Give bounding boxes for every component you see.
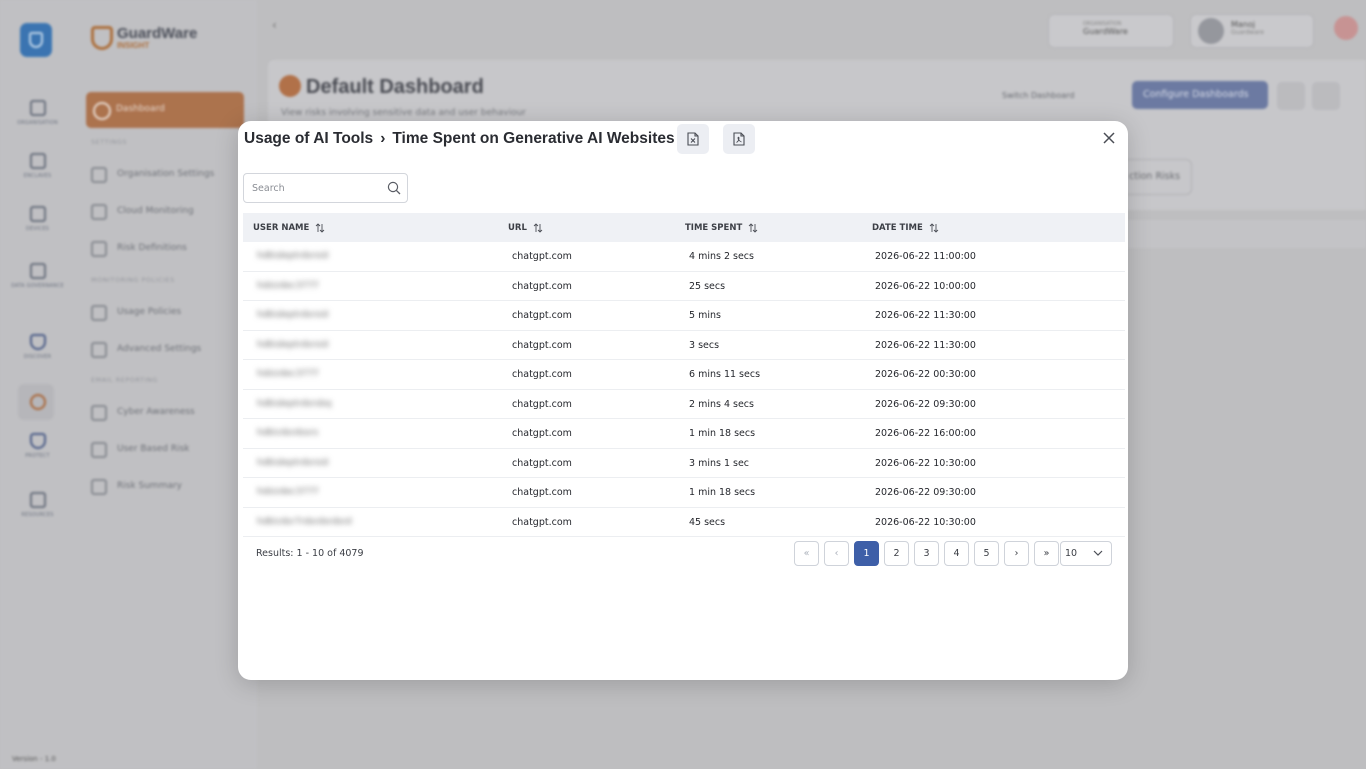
page-size-select[interactable]: 10 — [1060, 541, 1112, 566]
cell-date-time: 2026-06-22 10:30:00 — [875, 457, 976, 469]
next-page-button[interactable]: › — [1004, 541, 1029, 566]
cell-url: chatgpt.com — [512, 428, 572, 439]
search-input[interactable] — [244, 174, 374, 202]
cell-time-spent: 3 mins 1 sec — [689, 457, 750, 469]
sort-icon[interactable] — [533, 223, 543, 233]
cell-user-name: hdb\deptrdsrsid — [257, 310, 329, 320]
results-count: Results: 1 - 10 of 4079 — [256, 548, 364, 559]
cell-user-name: hdb\deptrdsrsid — [257, 339, 329, 350]
cell-time-spent: 2 mins 4 secs — [689, 398, 754, 410]
cell-url: chatgpt.com — [512, 369, 572, 380]
cell-url: chatgpt.com — [512, 280, 572, 292]
breadcrumb-separator: › — [380, 130, 386, 147]
results-table: USER NAME URL TIME SPENT DATE TIME hdb\d… — [243, 213, 1125, 537]
cell-user-name: hds\rdec3777 — [257, 369, 319, 379]
table-row[interactable]: hdb\deptrdsrsid chatgpt.com 3 secs 2026-06-… — [243, 331, 1125, 360]
cell-url: chatgpt.com — [512, 457, 572, 469]
cell-time-spent: 5 mins — [689, 310, 721, 321]
cell-time-spent: 4 mins 2 secs — [689, 251, 754, 262]
cell-url: chatgpt.com — [512, 398, 572, 410]
cell-time-spent: 3 secs — [689, 339, 720, 351]
sort-icon[interactable] — [929, 223, 939, 233]
details-modal: Usage of AI Tools › Time Spent on Generati… — [238, 121, 1128, 680]
search-icon[interactable] — [387, 181, 401, 195]
close-modal-button[interactable] — [1100, 129, 1118, 147]
pagination: « ‹ 1 2 3 4 5 › » — [794, 541, 1059, 566]
column-header-time-spent[interactable]: TIME SPENT — [685, 223, 758, 233]
modal-breadcrumb: Usage of AI Tools › Time Spent on Generati… — [244, 130, 675, 148]
cell-time-spent: 25 secs — [689, 280, 726, 292]
cell-date-time: 2026-06-22 09:30:00 — [875, 398, 976, 410]
cell-url: chatgpt.com — [512, 516, 572, 528]
excel-file-icon — [687, 132, 699, 146]
table-row[interactable]: hds\rdec3777 chatgpt.com 6 mins 11 secs 202… — [243, 360, 1125, 390]
export-excel-button[interactable] — [677, 124, 709, 154]
table-row[interactable]: hdb\deptrdsrsid chatgpt.com 4 mins 2 secs 2… — [243, 242, 1125, 272]
table-row[interactable]: hds\rdec3777 chatgpt.com 25 secs 2026-06-22… — [243, 272, 1125, 301]
page-button-4[interactable]: 4 — [944, 541, 969, 566]
cell-date-time: 2026-06-22 00:30:00 — [875, 369, 976, 380]
cell-user-name: hdb\deptrdsrsid — [257, 251, 329, 261]
page-button-2[interactable]: 2 — [884, 541, 909, 566]
page-button-5[interactable]: 5 — [974, 541, 999, 566]
table-row[interactable]: hdb\deptrdsrsid chatgpt.com 5 mins 2026-06-… — [243, 301, 1125, 331]
prev-page-button[interactable]: ‹ — [824, 541, 849, 566]
cell-user-name: hds\rdec3777 — [257, 487, 319, 497]
cell-url: chatgpt.com — [512, 339, 572, 351]
column-header-url[interactable]: URL — [508, 223, 543, 233]
cell-user-name: hdb\rdsrdssrs — [257, 428, 319, 438]
last-page-button[interactable]: » — [1034, 541, 1059, 566]
cell-date-time: 2026-06-22 11:30:00 — [875, 310, 976, 321]
table-row[interactable]: hdb\deptrdsrsbq chatgpt.com 2 mins 4 secs 2… — [243, 390, 1125, 419]
cell-user-name: hdb\deptrdsrsid — [257, 457, 329, 468]
chevron-down-icon — [1093, 550, 1103, 556]
page-size-value: 10 — [1065, 548, 1078, 559]
column-header-user-name[interactable]: USER NAME — [253, 223, 325, 233]
table-header: USER NAME URL TIME SPENT DATE TIME — [243, 213, 1125, 242]
cell-user-name: hds\rdec3777 — [257, 280, 319, 291]
cell-date-time: 2026-06-22 10:30:00 — [875, 516, 976, 528]
search-field — [243, 173, 408, 203]
table-row[interactable]: hdb\deptrdsrsid chatgpt.com 3 mins 1 sec 20… — [243, 449, 1125, 478]
cell-date-time: 2026-06-22 10:00:00 — [875, 280, 976, 292]
pdf-file-icon — [733, 132, 745, 146]
table-row[interactable]: hdb\rdsr7rdsrdsrdsrd chatgpt.com 45 secs 20… — [243, 508, 1125, 537]
breadcrumb-parent[interactable]: Usage of AI Tools — [244, 130, 373, 147]
sort-icon[interactable] — [748, 223, 758, 233]
cell-url: chatgpt.com — [512, 487, 572, 498]
table-row[interactable]: hdb\rdsrdssrs chatgpt.com 1 min 18 secs 202… — [243, 419, 1125, 449]
cell-date-time: 2026-06-22 16:00:00 — [875, 428, 976, 439]
cell-date-time: 2026-06-22 11:00:00 — [875, 251, 976, 262]
table-body: hdb\deptrdsrsid chatgpt.com 4 mins 2 secs 2… — [243, 242, 1125, 537]
cell-user-name: hdb\deptrdsrsbq — [257, 398, 332, 409]
export-pdf-button[interactable] — [723, 124, 755, 154]
cell-time-spent: 1 min 18 secs — [689, 428, 756, 439]
breadcrumb-current: Time Spent on Generative AI Websites — [392, 130, 675, 147]
cell-url: chatgpt.com — [512, 310, 572, 321]
cell-user-name: hdb\rdsr7rdsrdsrdsrd — [257, 516, 352, 527]
cell-time-spent: 1 min 18 secs — [689, 487, 756, 498]
table-row[interactable]: hds\rdec3777 chatgpt.com 1 min 18 secs 2026… — [243, 478, 1125, 508]
cell-time-spent: 6 mins 11 secs — [689, 369, 761, 380]
cell-url: chatgpt.com — [512, 251, 572, 262]
first-page-button[interactable]: « — [794, 541, 819, 566]
page-button-1[interactable]: 1 — [854, 541, 879, 566]
sort-icon[interactable] — [315, 223, 325, 233]
column-header-date-time[interactable]: DATE TIME — [872, 223, 939, 233]
page-button-3[interactable]: 3 — [914, 541, 939, 566]
close-icon — [1103, 132, 1115, 144]
cell-date-time: 2026-06-22 09:30:00 — [875, 487, 976, 498]
cell-date-time: 2026-06-22 11:30:00 — [875, 339, 976, 351]
cell-time-spent: 45 secs — [689, 516, 726, 528]
